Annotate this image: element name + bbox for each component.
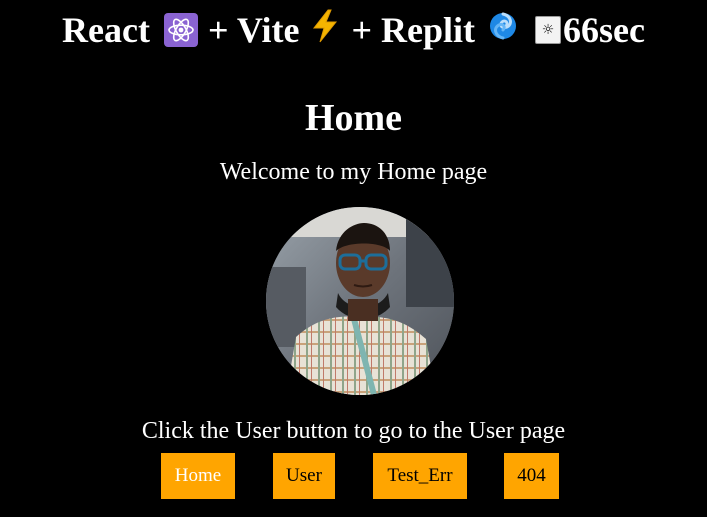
avatar [266, 207, 454, 395]
home-button[interactable]: Home [161, 453, 235, 499]
react-label: React [62, 10, 150, 50]
app-title: React + Vite + Replit ☼ 66sec [0, 6, 707, 54]
atom-icon [163, 13, 198, 47]
replit-swirl-icon [487, 9, 519, 51]
user-button[interactable]: User [273, 453, 335, 499]
page-title: Home [304, 97, 403, 139]
instructions-text: Click the User button to go to the User … [141, 418, 566, 444]
timer-text: 66sec [563, 10, 645, 50]
lightning-icon [311, 9, 339, 52]
not-found-button[interactable]: 404 [504, 453, 559, 499]
test-err-button[interactable]: Test_Err [373, 453, 467, 499]
welcome-text: Welcome to my Home page [219, 159, 488, 185]
vite-label: + Vite [207, 10, 300, 50]
replit-label: + Replit [351, 10, 475, 50]
sun-icon[interactable]: ☼ [535, 16, 561, 44]
